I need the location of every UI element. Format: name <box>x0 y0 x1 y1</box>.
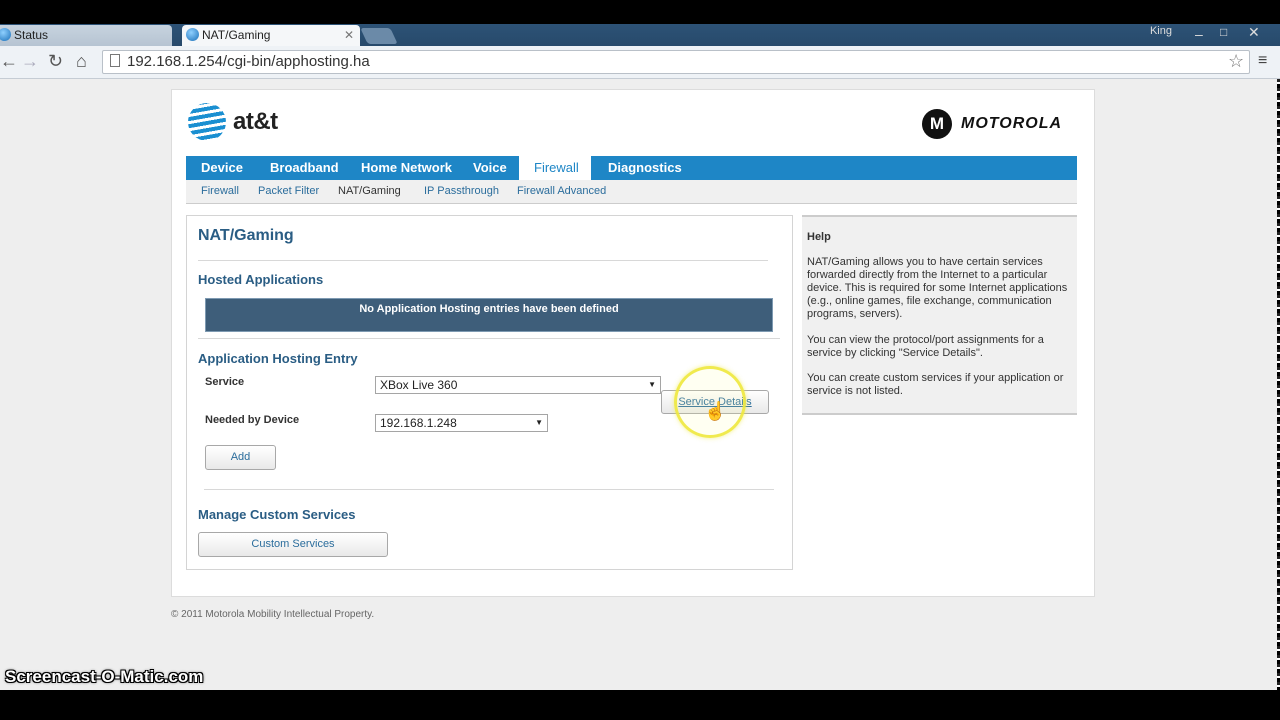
browser-tab-status[interactable]: Status <box>0 25 172 46</box>
maximize-icon[interactable]: □ <box>1220 25 1227 39</box>
minimize-icon[interactable]: – <box>1195 26 1203 42</box>
globe-icon <box>0 28 11 41</box>
divider <box>198 260 768 261</box>
subnav-firewall-advanced[interactable]: Firewall Advanced <box>517 185 606 197</box>
address-text[interactable]: 192.168.1.254/cgi-bin/apphosting.ha <box>127 53 370 70</box>
menu-icon[interactable]: ≡ <box>1258 52 1267 70</box>
bookmark-star-icon[interactable]: ☆ <box>1228 51 1244 72</box>
subnav-nat-gaming[interactable]: NAT/Gaming <box>338 185 401 197</box>
sub-nav <box>186 180 1077 204</box>
close-icon[interactable]: ✕ <box>344 25 354 45</box>
manage-custom-services-heading: Manage Custom Services <box>198 507 356 522</box>
nav-home-network[interactable]: Home Network <box>361 156 452 180</box>
no-entries-banner: No Application Hosting entries have been… <box>205 298 773 332</box>
application-hosting-entry-heading: Application Hosting Entry <box>198 351 358 366</box>
nav-firewall[interactable]: Firewall <box>534 156 579 180</box>
home-icon[interactable]: ⌂ <box>76 51 87 71</box>
help-paragraph: You can create custom services if your a… <box>807 372 1064 397</box>
help-paragraph: NAT/Gaming allows you to have certain se… <box>807 256 1068 320</box>
back-icon[interactable]: ← <box>0 51 18 71</box>
device-select[interactable]: 192.168.1.248 ▼ <box>375 414 548 432</box>
dropdown-arrow-icon: ▼ <box>535 418 543 427</box>
nav-diagnostics[interactable]: Diagnostics <box>608 156 682 180</box>
hand-cursor-icon: ☝ <box>704 401 727 421</box>
divider <box>198 338 780 339</box>
help-paragraph: You can view the protocol/port assignmen… <box>807 334 1044 359</box>
service-select[interactable]: XBox Live 360 ▼ <box>375 376 661 394</box>
subnav-firewall[interactable]: Firewall <box>201 185 239 197</box>
needed-by-device-label: Needed by Device <box>205 414 300 426</box>
subnav-ip-passthrough[interactable]: IP Passthrough <box>424 185 499 197</box>
forward-icon[interactable]: → <box>21 51 39 71</box>
service-label: Service <box>205 376 245 388</box>
subnav-packet-filter[interactable]: Packet Filter <box>258 185 319 197</box>
service-select-value: XBox Live 360 <box>380 378 458 392</box>
nav-device[interactable]: Device <box>201 156 243 180</box>
motorola-logo-icon: M <box>922 109 952 139</box>
reload-icon[interactable]: ↻ <box>48 51 63 71</box>
browser-tab-label: NAT/Gaming <box>202 28 271 42</box>
page-title: NAT/Gaming <box>198 227 294 244</box>
browser-tab-nat-gaming[interactable]: NAT/Gaming ✕ <box>182 25 360 46</box>
close-window-icon[interactable]: ✕ <box>1248 24 1260 41</box>
dropdown-arrow-icon: ▼ <box>648 380 656 389</box>
att-globe-icon <box>188 103 226 141</box>
globe-icon <box>186 28 199 41</box>
motorola-logo: MOTOROLA <box>961 115 1063 132</box>
browser-tab-label: Status <box>14 28 49 42</box>
watermark: Screencast-O-Matic.com <box>5 667 204 686</box>
add-button[interactable]: Add <box>205 445 276 470</box>
att-logo: at&t <box>233 108 278 135</box>
help-title: Help <box>807 231 831 243</box>
page-icon <box>110 54 120 67</box>
nav-voice[interactable]: Voice <box>473 156 507 180</box>
hosted-applications-heading: Hosted Applications <box>198 272 324 287</box>
footer-copyright: © 2011 Motorola Mobility Intellectual Pr… <box>171 609 375 620</box>
bottom-bar <box>0 690 1280 720</box>
nav-broadband[interactable]: Broadband <box>270 156 339 180</box>
device-select-value: 192.168.1.248 <box>380 416 457 430</box>
custom-services-button[interactable]: Custom Services <box>198 532 388 557</box>
profile-name[interactable]: King <box>1150 25 1172 37</box>
divider <box>204 489 774 490</box>
